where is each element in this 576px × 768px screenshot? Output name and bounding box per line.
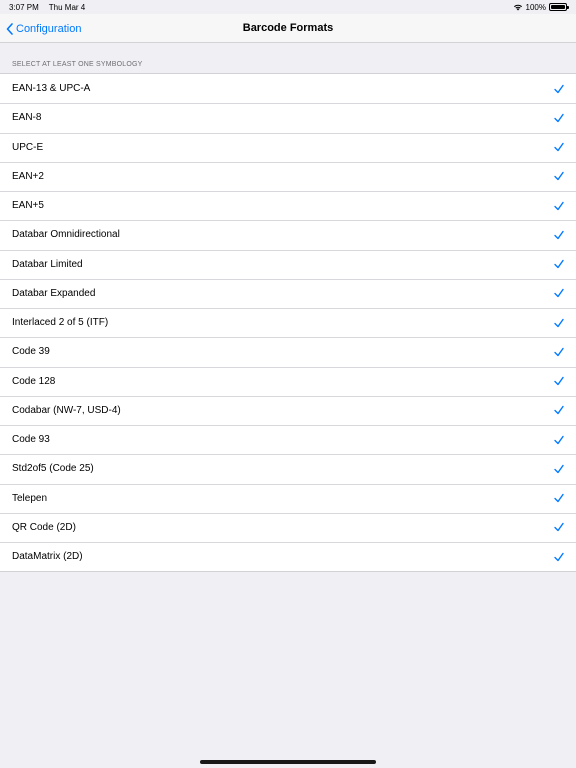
list-item-label: Codabar (NW-7, USD-4) — [12, 404, 121, 416]
list-item[interactable]: Code 39 — [0, 337, 576, 366]
list-item-label: EAN+2 — [12, 170, 44, 182]
checkmark-icon — [554, 142, 564, 152]
list-item-label: EAN-13 & UPC-A — [12, 83, 91, 95]
section-header: SELECT AT LEAST ONE SYMBOLOGY — [12, 61, 143, 68]
checkmark-icon — [554, 113, 564, 123]
list-item-label: Interlaced 2 of 5 (ITF) — [12, 317, 109, 329]
checkmark-icon — [554, 523, 564, 532]
list-item-label: Code 128 — [12, 375, 56, 387]
list-item[interactable]: EAN-8 — [0, 103, 576, 132]
checkmark-icon — [554, 552, 564, 561]
battery-percent: 100% — [525, 2, 546, 12]
list-item[interactable]: QR Code (2D) — [0, 512, 576, 542]
battery-icon — [549, 3, 569, 11]
list-item[interactable]: Std2of5 (Code 25) — [0, 454, 576, 483]
checkmark-icon — [554, 172, 564, 181]
checkmark-icon — [554, 201, 564, 210]
list-item-label: EAN-8 — [12, 112, 42, 124]
list-item-label: Databar Limited — [12, 258, 83, 270]
list-item[interactable]: DataMatrix (2D) — [0, 542, 576, 571]
status-bar: 3:07 PM Thu Mar 4 100% — [0, 0, 576, 14]
checkmark-icon — [554, 376, 564, 386]
list-item[interactable]: Databar Limited — [0, 249, 576, 279]
list-item[interactable]: Code 93 — [0, 425, 576, 454]
list-item[interactable]: EAN+2 — [0, 161, 576, 191]
list-item[interactable]: EAN+5 — [0, 191, 576, 220]
checkmark-icon — [554, 493, 564, 503]
list-item-label: UPC-E — [12, 141, 44, 153]
list-item-label: Databar Expanded — [12, 287, 96, 299]
list-item-label: EAN+5 — [12, 200, 44, 212]
list-item[interactable]: Telepen — [0, 483, 576, 513]
list-item[interactable]: EAN-13 & UPC-A — [0, 74, 576, 103]
checkmark-icon — [554, 289, 564, 298]
list-item[interactable]: Code 128 — [0, 366, 576, 396]
list-item-label: QR Code (2D) — [12, 521, 76, 533]
status-date: Thu Mar 4 — [48, 2, 86, 12]
page-title: Barcode Formats — [242, 22, 334, 34]
list-item[interactable]: Codabar (NW-7, USD-4) — [0, 395, 576, 425]
list-item-label: DataMatrix (2D) — [12, 551, 83, 563]
checkmark-icon — [554, 259, 564, 269]
back-button[interactable]: Configuration — [6, 14, 81, 43]
checkmark-icon — [554, 406, 564, 415]
list-item[interactable]: Databar Omnidirectional — [0, 220, 576, 249]
list-item[interactable]: Interlaced 2 of 5 (ITF) — [0, 308, 576, 337]
chevron-left-icon — [6, 22, 13, 35]
list-item-label: Std2of5 (Code 25) — [12, 463, 94, 475]
navigation-bar: Configuration Barcode Formats — [0, 14, 576, 43]
list-item[interactable]: Databar Expanded — [0, 278, 576, 308]
checkmark-icon — [554, 435, 564, 444]
list-item[interactable]: UPC-E — [0, 132, 576, 162]
status-time: 3:07 PM — [9, 2, 39, 12]
checkmark-icon — [554, 464, 564, 474]
home-indicator — [200, 760, 376, 764]
list-item-label: Code 93 — [12, 434, 50, 446]
checkmark-icon — [554, 318, 564, 327]
checkmark-icon — [554, 84, 564, 93]
list-item-label: Code 39 — [12, 346, 50, 358]
checkmark-icon — [554, 347, 564, 357]
wifi-icon — [513, 4, 522, 11]
list-item-label: Databar Omnidirectional — [12, 229, 120, 241]
checkmark-icon — [554, 230, 564, 240]
back-button-label: Configuration — [16, 22, 82, 35]
symbology-list: EAN-13 & UPC-A EAN-8 UPC-E EAN+2 EAN+5 Databa… — [0, 73, 576, 573]
list-item-label: Telepen — [12, 492, 48, 504]
status-right: 100% — [513, 2, 569, 12]
